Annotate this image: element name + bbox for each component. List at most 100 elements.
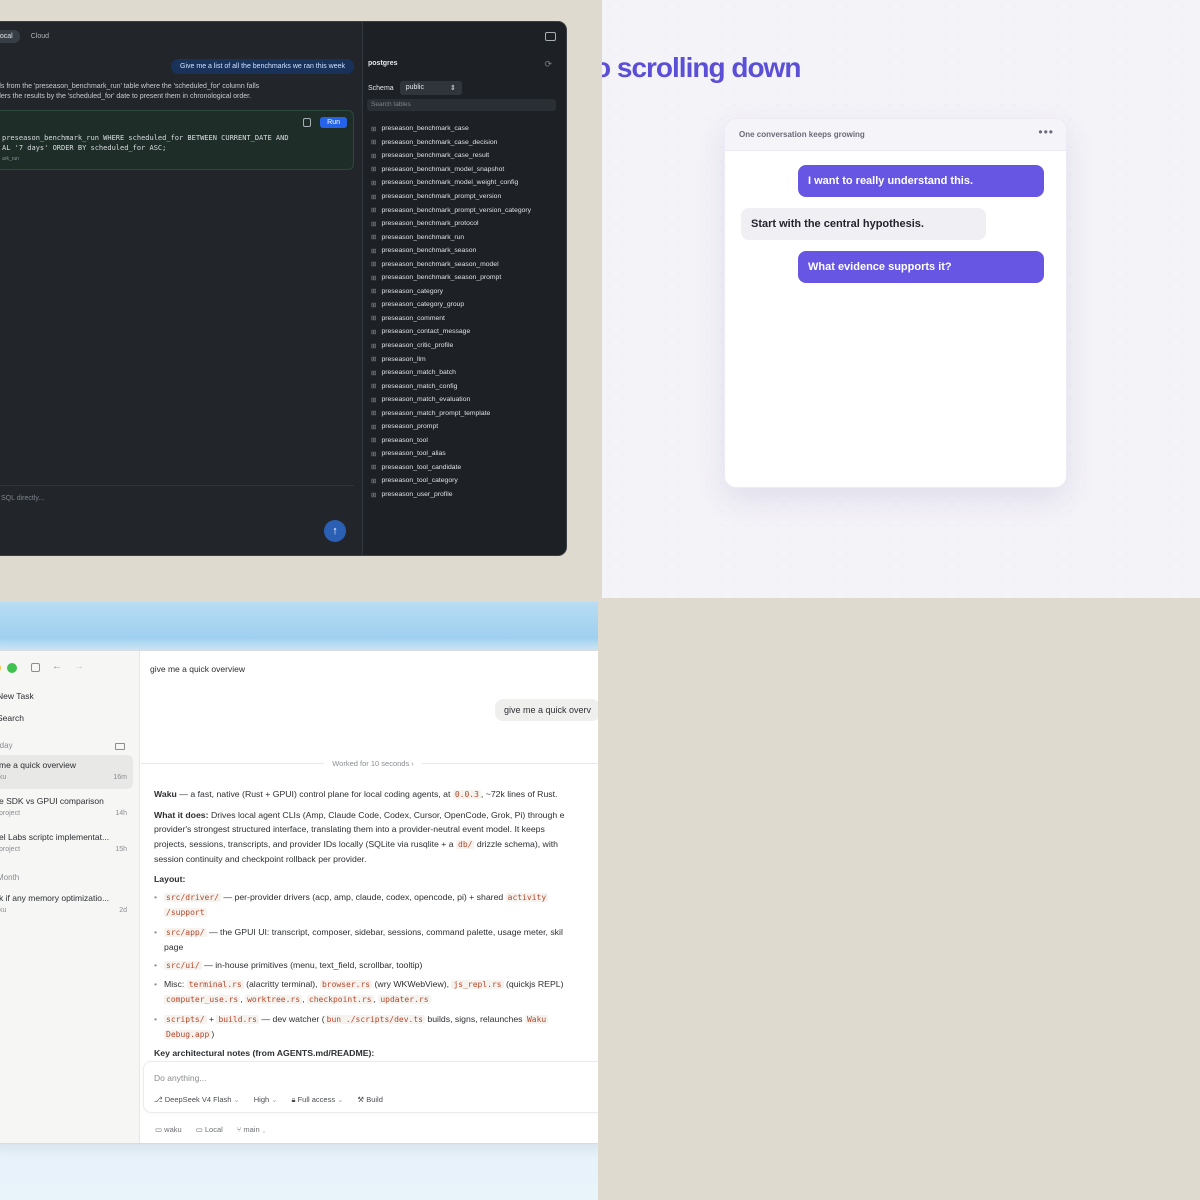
table-name: preseason_benchmark_case [381, 125, 469, 133]
inline-code: /support [164, 908, 207, 918]
table-item[interactable]: ⊞ preseason_benchmark_case [371, 122, 531, 136]
branch-selector[interactable]: ⑂ main ⌄ [237, 1125, 266, 1134]
table-name: preseason_match_evaluation [381, 396, 471, 404]
table-item[interactable]: ⊞ preseason_tool [371, 434, 531, 448]
new-task-button[interactable]: New Task [0, 691, 34, 701]
task-item[interactable]: el Labs scriptc implementat... project 1… [0, 827, 133, 861]
refresh-icon[interactable]: ⟳ [544, 59, 552, 70]
task-item[interactable]: e SDK vs GPUI comparison project 14h [0, 791, 133, 825]
inline-code: checkpoint.rs [306, 995, 374, 1005]
card-title: One conversation keeps growing [739, 130, 865, 139]
schema-select[interactable]: public ⇕ [399, 81, 462, 95]
monitor-icon: ▭ [195, 1125, 205, 1134]
table-item[interactable]: ⊞ preseason_match_evaluation [371, 393, 531, 407]
table-icon: ⊞ [371, 125, 377, 133]
table-item[interactable]: ⊞ preseason_benchmark_prompt_version_cate… [371, 203, 531, 217]
table-item[interactable]: ⊞ preseason_benchmark_prompt_version [371, 190, 531, 204]
table-icon: ⊞ [371, 356, 377, 364]
table-icon: ⊞ [371, 274, 377, 282]
text-line: projects, sessions, transcripts, and pro… [154, 837, 598, 852]
table-item[interactable]: ⊞ preseason_category_group [371, 298, 531, 312]
inline-code: computer_use.rs [164, 995, 241, 1005]
copy-icon[interactable] [303, 118, 311, 127]
table-item[interactable]: ⊞ preseason_user_profile [371, 488, 531, 502]
model-select[interactable]: ⎇ DeepSeek V4 Flash ⌄ [154, 1095, 240, 1105]
table-item[interactable]: ⊞ preseason_benchmark_protocol [371, 217, 531, 231]
task-item[interactable]: k if any memory optimizatio... ku 2d [0, 888, 133, 922]
effort-select[interactable]: High ⌄ [254, 1095, 278, 1105]
table-item[interactable]: ⊞ preseason_benchmark_season [371, 244, 531, 258]
table-item[interactable]: ⊞ preseason_contact_message [371, 325, 531, 339]
table-icon: ⊞ [371, 410, 377, 418]
table-item[interactable]: ⊞ preseason_match_prompt_template [371, 406, 531, 420]
user-message: give me a quick overv [495, 699, 598, 721]
thread-title: give me a quick overview [150, 664, 245, 674]
location-selector[interactable]: ▭ Local [196, 1125, 223, 1134]
schema-row: Schema public ⇕ [368, 81, 462, 95]
table-item[interactable]: ⊞ preseason_match_config [371, 379, 531, 393]
table-item[interactable]: ⊞ preseason_tool_category [371, 474, 531, 488]
table-item[interactable]: ⊞ preseason_match_batch [371, 366, 531, 380]
table-icon: ⊞ [371, 477, 377, 485]
task-item[interactable]: me a quick overview ku 16m [0, 755, 133, 789]
table-item[interactable]: ⊞ preseason_benchmark_model_snapshot [371, 163, 531, 177]
intro-paragraph: Waku — a fast, native (Rust + GPUI) cont… [154, 787, 598, 802]
back-arrow-icon[interactable]: ← [52, 661, 62, 672]
task-age: 14h [115, 810, 127, 817]
project-selector[interactable]: ▭ waku [155, 1125, 182, 1134]
worked-indicator[interactable]: Worked for 10 seconds › [141, 759, 598, 768]
search-tables-input[interactable]: Search tables [367, 99, 556, 111]
table-icon: ⊞ [371, 207, 377, 215]
label: What it does: [154, 810, 209, 821]
table-item[interactable]: ⊞ preseason_llm [371, 352, 531, 366]
chevron-down-icon: ⌄ [337, 1095, 344, 1104]
table-item[interactable]: ⊞ preseason_critic_profile [371, 339, 531, 353]
search-button[interactable]: Search [0, 713, 24, 723]
database-name: postgres [368, 60, 398, 67]
table-item[interactable]: ⊞ preseason_benchmark_case_decision [371, 136, 531, 150]
toggle-cloud[interactable]: Cloud [24, 30, 56, 43]
task-project: ku [0, 907, 7, 914]
toggle-local[interactable]: Local [0, 30, 20, 43]
send-button[interactable]: ↑ [324, 520, 346, 542]
table-item[interactable]: ⊞ preseason_prompt [371, 420, 531, 434]
sidebar-toggle-icon[interactable] [31, 663, 40, 672]
table-icon: ⊞ [371, 383, 377, 391]
mode-select[interactable]: ⚒ Build [357, 1095, 383, 1105]
table-name: preseason_benchmark_prompt_version [381, 193, 502, 200]
user-message: What evidence supports it? [798, 251, 1044, 283]
inline-code: worktree.rs [245, 995, 303, 1005]
task-age: 15h [115, 846, 127, 853]
list-item-cont: computer_use.rs, worktree.rs, checkpoint… [154, 992, 598, 1007]
table-item[interactable]: ⊞ preseason_benchmark_case_result [371, 149, 531, 163]
table-item[interactable]: ⊞ preseason_benchmark_model_weight_config [371, 176, 531, 190]
panel-toggle-icon[interactable] [545, 32, 556, 41]
table-name: preseason_prompt [381, 423, 439, 431]
inline-code: build.rs [216, 1014, 259, 1024]
table-name: preseason_benchmark_season [381, 247, 477, 255]
task-title: e SDK vs GPUI comparison [0, 796, 104, 806]
table-item[interactable]: ⊞ preseason_comment [371, 312, 531, 326]
more-icon[interactable]: ••• [1038, 125, 1054, 139]
sql-composer[interactable]: SQL directly... ↑ [0, 485, 354, 549]
task-composer[interactable]: Do anything... ⎇ DeepSeek V4 Flash ⌄ High… [143, 1061, 598, 1113]
table-item[interactable]: ⊞ preseason_benchmark_season_prompt [371, 271, 531, 285]
run-button[interactable]: Run [320, 117, 347, 128]
zoom-button[interactable] [7, 663, 17, 673]
scroll-demo-panel: o scrolling down One conversation keeps … [602, 0, 1200, 598]
hammer-icon: ⚒ [357, 1095, 367, 1104]
group-label: rday [0, 741, 13, 750]
text-line: provider's strongest structured interfac… [154, 824, 545, 835]
new-folder-icon[interactable] [115, 743, 125, 750]
sidebar: ← → New Task Search rday me a quick over… [0, 651, 140, 1143]
table-item[interactable]: ⊞ preseason_benchmark_season_model [371, 257, 531, 271]
inline-code: activity [505, 893, 549, 903]
table-icon: ⊞ [371, 315, 377, 323]
access-select[interactable]: 🔒︎ Full access ⌄ [291, 1095, 343, 1105]
forward-arrow-icon[interactable]: → [74, 661, 84, 672]
table-item[interactable]: ⊞ preseason_tool_alias [371, 447, 531, 461]
table-item[interactable]: ⊞ preseason_benchmark_run [371, 230, 531, 244]
table-item[interactable]: ⊞ preseason_tool_candidate [371, 461, 531, 475]
table-item[interactable]: ⊞ preseason_category [371, 285, 531, 299]
minimize-button[interactable] [0, 663, 1, 673]
